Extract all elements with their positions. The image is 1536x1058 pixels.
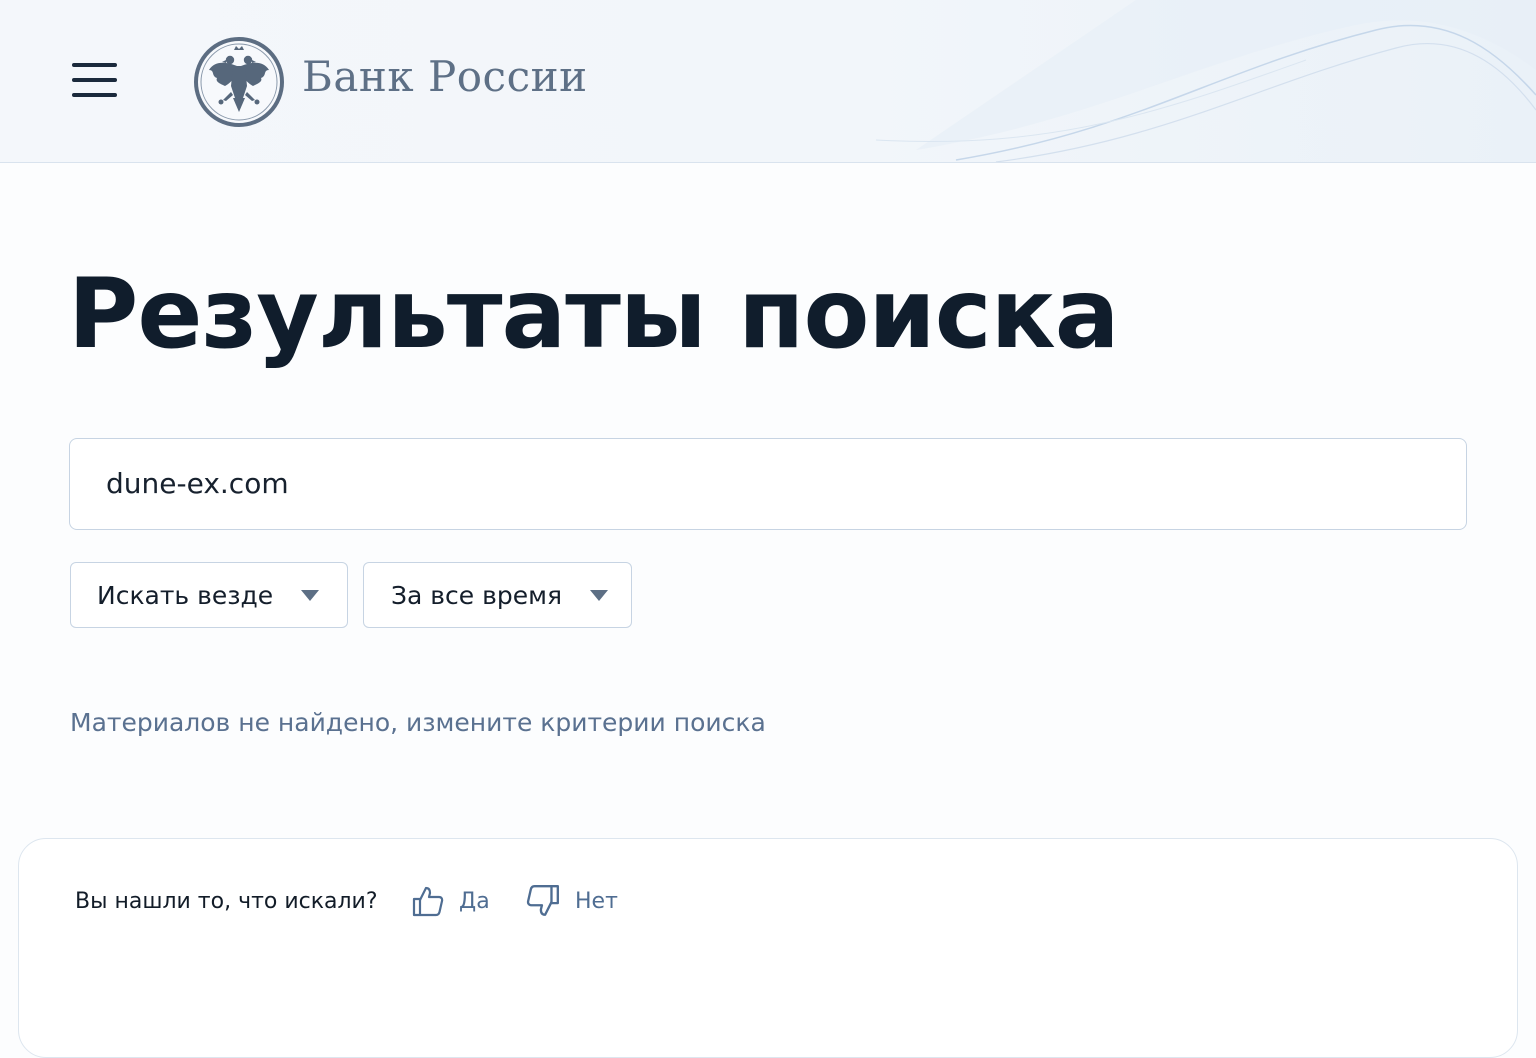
- feedback-yes-label: Да: [459, 888, 490, 914]
- page-title: Результаты поиска: [68, 258, 1120, 370]
- thumbs-down-icon: [526, 885, 559, 916]
- period-select-value: За все время: [391, 581, 562, 610]
- double-headed-eagle-icon[interactable]: [193, 36, 285, 128]
- menu-line: [72, 63, 117, 67]
- no-results-message: Материалов не найдено, измените критерии…: [70, 708, 766, 737]
- chevron-down-icon: [301, 590, 319, 601]
- site-header: Банк России: [0, 0, 1536, 163]
- feedback-no-label: Нет: [575, 888, 618, 914]
- menu-line: [72, 78, 117, 82]
- header-wave-decoration: [875, 0, 1536, 162]
- search-box[interactable]: [69, 438, 1467, 530]
- feedback-panel: Вы нашли то, что искали? Да Нет: [18, 838, 1518, 1058]
- menu-line: [72, 93, 117, 97]
- bank-name[interactable]: Банк России: [302, 52, 588, 101]
- chevron-down-icon: [590, 590, 608, 601]
- search-input[interactable]: [106, 439, 1406, 528]
- scope-select[interactable]: Искать везде: [70, 562, 348, 628]
- feedback-no-button[interactable]: Нет: [525, 879, 618, 923]
- feedback-yes-button[interactable]: Да: [411, 879, 490, 923]
- thumbs-up-icon: [412, 886, 444, 917]
- menu-button[interactable]: [62, 52, 126, 108]
- period-select[interactable]: За все время: [363, 562, 632, 628]
- scope-select-value: Искать везде: [97, 581, 274, 610]
- feedback-question: Вы нашли то, что искали?: [75, 889, 378, 914]
